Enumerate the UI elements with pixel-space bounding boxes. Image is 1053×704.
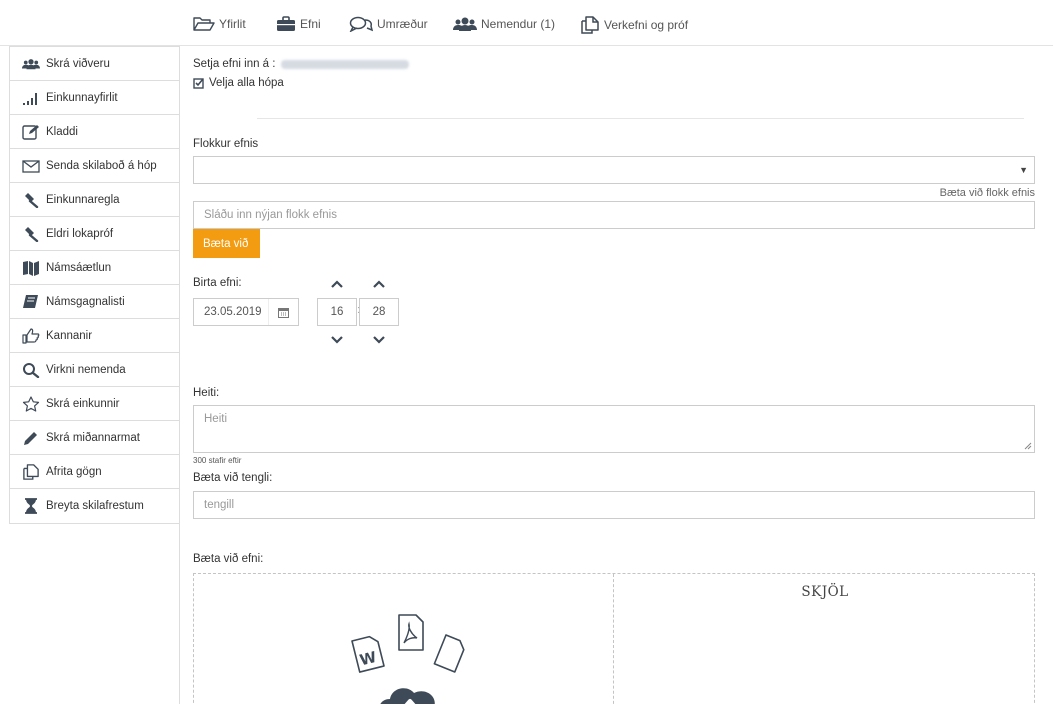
caret-down-icon: ▼	[1019, 165, 1028, 175]
check-square-icon	[193, 78, 204, 89]
sidebar-item-skra-midannarmat[interactable]: Skrá miðannarmat	[10, 421, 180, 455]
minute-field[interactable]: 28	[359, 298, 399, 326]
sidebar-item-afrita-gogn[interactable]: Afrita gögn	[10, 455, 180, 489]
file-drop-area: W SKJÖL	[193, 573, 1035, 704]
briefcase-icon	[277, 16, 295, 31]
sidebar-item-label: Námsgagnalisti	[46, 295, 125, 308]
select-all-label: Velja alla hópa	[209, 77, 284, 89]
publish-label: Birta efni:	[193, 277, 242, 289]
star-icon	[22, 395, 40, 413]
sidebar-item-kannanir[interactable]: Kannanir	[10, 319, 180, 353]
sidebar-item-label: Virkni nemenda	[46, 363, 126, 376]
sidebar-item-label: Skrá einkunnir	[46, 397, 120, 410]
calendar-icon[interactable]	[268, 299, 298, 325]
comments-icon	[349, 16, 373, 32]
tab-verkefni-og-prof[interactable]: Verkefni og próf	[580, 16, 688, 34]
hour-down-chevron-icon[interactable]	[329, 334, 345, 346]
gavel-icon	[22, 191, 40, 209]
sidebar-item-label: Kannanir	[46, 329, 93, 342]
tab-label: Umræður	[377, 17, 428, 31]
sidebar-item-einkunnaregla[interactable]: Einkunnaregla	[10, 183, 180, 217]
users-icon	[453, 17, 477, 31]
sidebar-item-skra-vidveru[interactable]: Skrá viðveru	[10, 47, 180, 81]
minute-up-chevron-icon[interactable]	[371, 278, 387, 290]
edit-icon	[22, 123, 40, 141]
tab-umraedur[interactable]: Umræður	[349, 16, 428, 32]
publish-date-value: 23.05.2019	[204, 306, 262, 318]
copy-icon	[581, 16, 599, 34]
sidebar-item-label: Kladdi	[46, 125, 78, 138]
map-icon	[22, 259, 40, 277]
pencil-icon	[22, 429, 40, 447]
select-all-groups[interactable]: Velja alla hópa	[193, 77, 284, 89]
sidebar-item-kladdi[interactable]: Kladdi	[10, 115, 180, 149]
set-content-label: Setja efni inn á :	[193, 58, 276, 70]
folder-open-icon	[193, 17, 215, 31]
envelope-icon	[22, 157, 40, 175]
documents-panel: SKJÖL	[614, 574, 1036, 704]
sidebar-item-label: Afrita gögn	[46, 465, 102, 478]
sidebar: Skrá viðveru Einkunnayfirlit Kladdi Send…	[9, 46, 180, 704]
thumbs-up-icon	[22, 327, 40, 345]
tab-label: Nemendur (1)	[481, 17, 556, 31]
target-groups-line: Setja efni inn á :	[193, 58, 410, 70]
sidebar-item-skra-einkunnir[interactable]: Skrá einkunnir	[10, 387, 180, 421]
copy-icon	[22, 463, 40, 481]
new-category-input[interactable]: Sláðu inn nýjan flokk efnis	[193, 201, 1035, 229]
sidebar-menu: Skrá viðveru Einkunnayfirlit Kladdi Send…	[9, 46, 180, 524]
sidebar-item-label: Breyta skilafrestum	[46, 500, 144, 512]
category-label: Flokkur efnis	[193, 138, 259, 150]
sidebar-item-label: Senda skilaboð á hóp	[46, 159, 157, 172]
tab-label: Verkefni og próf	[604, 18, 689, 32]
resize-handle-icon[interactable]	[1024, 442, 1032, 450]
tab-efni[interactable]: Efni	[276, 16, 321, 32]
title-label: Heiti:	[193, 387, 220, 399]
hour-up-chevron-icon[interactable]	[329, 278, 345, 290]
chars-left-counter: 300 stafir eftir	[193, 456, 242, 465]
search-icon	[22, 361, 40, 379]
hourglass-icon	[22, 497, 40, 515]
sidebar-item-label: Einkunnaregla	[46, 193, 120, 206]
sidebar-item-label: Eldri lokapróf	[46, 227, 114, 240]
sidebar-item-label: Einkunnayfirlit	[46, 91, 118, 104]
book-icon	[22, 293, 40, 311]
tab-nemendur[interactable]: Nemendur (1)	[453, 16, 555, 32]
tab-yfirlit[interactable]: Yfirlit	[193, 16, 246, 32]
signal-bars-icon	[22, 89, 40, 107]
add-category-button[interactable]: Bæta við	[193, 229, 260, 258]
sidebar-item-senda-skilabod[interactable]: Senda skilaboð á hóp	[10, 149, 180, 183]
sidebar-item-eldri-lokaprof[interactable]: Eldri lokapróf	[10, 217, 180, 251]
sidebar-item-namsgagnalisti[interactable]: Námsgagnalisti	[10, 285, 180, 319]
sidebar-item-label: Skrá miðannarmat	[46, 431, 140, 444]
add-category-link[interactable]: Bæta við flokk efnis	[940, 187, 1035, 199]
sidebar-item-label: Námsáætlun	[46, 261, 112, 274]
title-placeholder: Heiti	[204, 413, 228, 425]
add-content-label: Bæta við efni:	[193, 553, 264, 565]
hour-field[interactable]: 16	[317, 298, 357, 326]
sidebar-item-virkni-nemenda[interactable]: Virkni nemenda	[10, 353, 180, 387]
tab-label: Efni	[300, 17, 321, 31]
minute-down-chevron-icon[interactable]	[371, 334, 387, 346]
top-navigation: Yfirlit Efni Umræður Nemendur (1) Verkef…	[0, 8, 1053, 46]
sidebar-item-breyta-skilafrestum[interactable]: Breyta skilafrestum	[10, 489, 180, 523]
documents-heading: SKJÖL	[801, 584, 849, 600]
link-input[interactable]: tengill	[193, 491, 1035, 519]
publish-date-field[interactable]: 23.05.2019	[193, 298, 299, 326]
link-label: Bæta við tengli:	[193, 472, 273, 484]
upload-files-icon: W	[351, 614, 465, 704]
gavel-icon	[22, 225, 40, 243]
users-icon	[22, 55, 40, 73]
tab-label: Yfirlit	[219, 17, 246, 31]
divider	[257, 118, 1024, 119]
upload-dropzone[interactable]: W	[194, 574, 613, 704]
sidebar-item-label: Skrá viðveru	[46, 57, 110, 70]
group-name-redacted	[281, 59, 410, 69]
sidebar-item-namsaaetlun[interactable]: Námsáætlun	[10, 251, 180, 285]
title-textarea[interactable]: Heiti	[193, 405, 1035, 453]
category-select[interactable]: ▼	[193, 156, 1035, 184]
sidebar-item-einkunnayfirlit[interactable]: Einkunnayfirlit	[10, 81, 180, 115]
